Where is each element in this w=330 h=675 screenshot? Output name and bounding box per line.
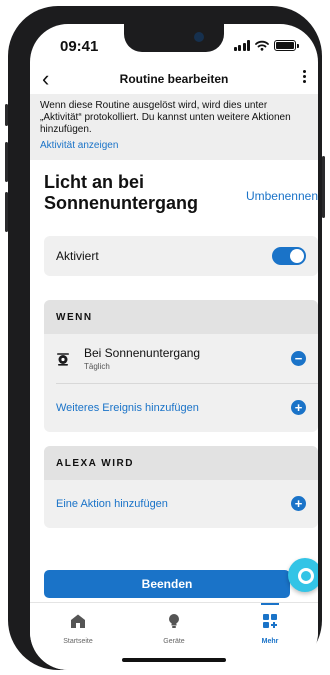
add-action-label: Eine Aktion hinzufügen <box>56 498 168 510</box>
rename-link[interactable]: Umbenennen <box>246 189 318 203</box>
view-activity-link[interactable]: Aktivität anzeigen <box>40 140 308 151</box>
page-title: Routine bearbeiten <box>119 72 229 86</box>
trigger-event-frequency: Täglich <box>84 362 110 371</box>
phone-frame: 09:41 ‹ Routine bearbeiten Wenn diese Ro… <box>5 6 325 670</box>
tab-home[interactable]: Startseite <box>30 603 126 645</box>
camera-lens <box>194 32 204 42</box>
cellular-signal-icon <box>233 40 250 51</box>
add-action-row[interactable]: Eine Aktion hinzufügen + <box>44 480 318 528</box>
when-header: WENN <box>44 300 318 334</box>
home-indicator <box>122 658 226 662</box>
trigger-event-row[interactable]: Bei Sonnenuntergang Täglich − <box>44 334 318 383</box>
tab-devices[interactable]: Geräte <box>126 603 222 645</box>
more-options-icon[interactable] <box>303 70 306 83</box>
tab-more-label: Mehr <box>261 638 279 645</box>
lightbulb-icon <box>169 614 179 628</box>
active-tab-indicator <box>261 603 279 605</box>
enabled-row: Aktiviert <box>44 236 318 276</box>
info-banner: Wenn diese Routine ausgelöst wird, wird … <box>30 94 318 160</box>
add-event-button[interactable]: + <box>291 400 306 415</box>
power-button <box>322 156 325 218</box>
volume-down-button <box>5 192 8 232</box>
screen: 09:41 ‹ Routine bearbeiten Wenn diese Ro… <box>30 24 318 670</box>
tab-home-label: Startseite <box>63 638 93 645</box>
status-icons <box>233 40 299 51</box>
alexa-header: ALEXA WIRD <box>44 446 318 480</box>
add-action-button[interactable]: + <box>291 496 306 511</box>
routine-title: Licht an bei Sonnenuntergang <box>44 172 198 213</box>
sunset-icon <box>57 352 69 366</box>
info-text: Wenn diese Routine ausgelöst wird, wird … <box>40 100 291 135</box>
trigger-event-text: Bei Sonnenuntergang Täglich <box>84 346 200 371</box>
trigger-event-name: Bei Sonnenuntergang <box>84 346 201 360</box>
notch <box>124 24 224 52</box>
battery-icon <box>274 40 299 51</box>
alexa-voice-button[interactable] <box>288 558 318 592</box>
enabled-label: Aktiviert <box>56 249 99 263</box>
more-grid-icon <box>263 614 277 628</box>
finish-button[interactable]: Beenden <box>44 570 290 598</box>
wifi-icon <box>255 40 269 51</box>
alexa-card: ALEXA WIRD Eine Aktion hinzufügen + <box>44 446 318 528</box>
status-time: 09:41 <box>60 38 99 55</box>
enabled-card: Aktiviert <box>44 236 318 276</box>
volume-up-button <box>5 142 8 182</box>
home-icon <box>71 614 85 628</box>
when-card: WENN Bei Sonnenuntergang Täglich − Weite… <box>44 300 318 432</box>
enabled-toggle[interactable] <box>272 247 306 265</box>
tab-more[interactable]: Mehr <box>222 603 318 645</box>
tab-devices-label: Geräte <box>163 638 185 645</box>
add-event-row[interactable]: Weiteres Ereignis hinzufügen + <box>44 384 318 432</box>
add-event-label: Weiteres Ereignis hinzufügen <box>56 402 199 414</box>
navigation-bar: ‹ Routine bearbeiten <box>30 64 318 94</box>
mute-switch <box>5 104 8 126</box>
remove-event-button[interactable]: − <box>291 351 306 366</box>
